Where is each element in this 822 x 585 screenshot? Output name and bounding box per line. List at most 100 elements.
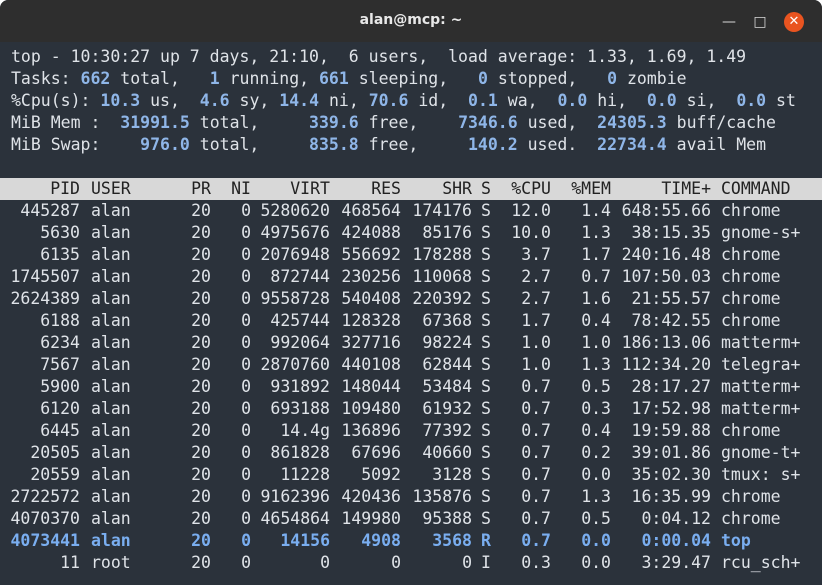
terminal-window: alan@mcp: ~ — □ ✕ top - 10:30:27 up 7 da… xyxy=(0,0,822,585)
cell-user: alan xyxy=(91,201,131,220)
cell-res: 556692 xyxy=(341,245,401,264)
cell-virt: 5280620 xyxy=(260,201,330,220)
cell-ni: 0 xyxy=(241,531,251,550)
cell-cpu: 0.7 xyxy=(521,487,551,506)
swap-free: 835.8 xyxy=(309,135,359,154)
cell-cpu: 2.7 xyxy=(521,267,551,286)
cell-virt: 861828 xyxy=(270,443,330,462)
cell-command: tmux: s+ xyxy=(721,465,801,484)
cell-pid: 20559 xyxy=(30,465,80,484)
tasks-running: 1 xyxy=(209,69,220,88)
cell-time: 21:55.57 xyxy=(631,289,711,308)
cell-res: 468564 xyxy=(341,201,401,220)
cell-ni: 0 xyxy=(241,487,251,506)
cell-state: S xyxy=(481,333,491,352)
cell-virt: 992064 xyxy=(270,333,330,352)
cell-ni: 0 xyxy=(241,421,251,440)
minimize-button[interactable]: — xyxy=(720,13,738,31)
cell-mem: 0.4 xyxy=(581,421,611,440)
tasks-sleeping: 661 xyxy=(319,69,349,88)
cell-user: alan xyxy=(91,355,131,374)
cpu-label: %Cpu(s): xyxy=(11,91,91,110)
cell-mem: 0.5 xyxy=(581,509,611,528)
cell-res: 540408 xyxy=(341,289,401,308)
table-row: 1745507 alan 20 0 872744 230256 110068 S 2.7 0.7 1… xyxy=(0,266,822,288)
cell-cpu: 0.7 xyxy=(521,443,551,462)
cell-cpu: 1.7 xyxy=(521,311,551,330)
cell-pid: 6234 xyxy=(40,333,80,352)
cell-command: matterm+ xyxy=(721,333,801,352)
cell-shr: 67368 xyxy=(422,311,472,330)
terminal-output[interactable]: top - 10:30:27 up 7 days, 21:10, 6 users… xyxy=(0,46,822,574)
column-header-user: USER xyxy=(91,179,131,198)
cell-shr: 135876 xyxy=(412,487,472,506)
cell-mem: 0.3 xyxy=(581,399,611,418)
cell-pid: 4070370 xyxy=(10,509,80,528)
cell-pr: 20 xyxy=(191,465,211,484)
cell-virt: 11228 xyxy=(280,465,330,484)
swap-avail: 22734.4 xyxy=(597,135,667,154)
cell-pr: 20 xyxy=(191,509,211,528)
cell-command: matterm+ xyxy=(721,377,801,396)
window-title: alan@mcp: ~ xyxy=(359,12,463,28)
cell-ni: 0 xyxy=(241,465,251,484)
cell-command: chrome xyxy=(721,201,781,220)
mem-total: 31991.5 xyxy=(120,113,190,132)
cell-command: top xyxy=(721,531,751,550)
cell-cpu: 0.7 xyxy=(521,465,551,484)
column-header-command: COMMAND xyxy=(721,179,791,198)
cell-res: 230256 xyxy=(341,267,401,286)
cell-cpu: 0.3 xyxy=(521,553,551,572)
cell-cpu: 1.0 xyxy=(521,333,551,352)
cell-ni: 0 xyxy=(241,245,251,264)
cell-state: S xyxy=(481,245,491,264)
cell-shr: 3128 xyxy=(432,465,472,484)
tasks-stopped: 0 xyxy=(477,69,488,88)
tasks-line: Tasks: 662 total, 1 running, 661 sleepin… xyxy=(0,68,822,90)
cell-ni: 0 xyxy=(241,333,251,352)
cell-shr: 95388 xyxy=(422,509,472,528)
cpu-ni: 14.4 xyxy=(279,91,320,110)
cell-command: chrome xyxy=(721,289,781,308)
cell-user: alan xyxy=(91,245,131,264)
cell-pid: 4073441 xyxy=(10,531,80,550)
cell-ni: 0 xyxy=(241,223,251,242)
cell-virt: 425744 xyxy=(270,311,330,330)
table-row: 6188 alan 20 0 425744 128328 67368 S 1.7 0.4 78:42… xyxy=(0,310,822,332)
table-row: 4070370 alan 20 0 4654864 149980 95388 S 0.7 0.5 0… xyxy=(0,508,822,530)
maximize-button[interactable]: □ xyxy=(751,13,769,31)
cell-state: S xyxy=(481,311,491,330)
tasks-total-label: total, xyxy=(110,69,180,88)
cell-time: 38:15.35 xyxy=(631,223,711,242)
cell-state: S xyxy=(481,289,491,308)
column-header-ni: NI xyxy=(231,179,251,198)
cell-cpu: 2.7 xyxy=(521,289,551,308)
cell-user: alan xyxy=(91,289,131,308)
cell-command: telegra+ xyxy=(721,355,801,374)
tasks-running-label: running, xyxy=(219,69,310,88)
cell-virt: 4654864 xyxy=(260,509,330,528)
cell-user: alan xyxy=(91,465,131,484)
cell-command: chrome xyxy=(721,421,781,440)
cell-time: 19:59.88 xyxy=(631,421,711,440)
swap-total: 976.0 xyxy=(140,135,190,154)
cell-cpu: 1.0 xyxy=(521,355,551,374)
cell-user: alan xyxy=(91,443,131,462)
cell-ni: 0 xyxy=(241,289,251,308)
cell-state: S xyxy=(481,443,491,462)
close-button[interactable]: ✕ xyxy=(784,12,804,32)
titlebar: alan@mcp: ~ — □ ✕ xyxy=(0,0,822,42)
cell-mem: 1.4 xyxy=(581,201,611,220)
cell-pr: 20 xyxy=(191,531,211,550)
cell-time: 16:35.99 xyxy=(631,487,711,506)
table-row: 6120 alan 20 0 693188 109480 61932 S 0.7 0.3 17:52… xyxy=(0,398,822,420)
cell-res: 149980 xyxy=(341,509,401,528)
cell-cpu: 12.0 xyxy=(511,201,551,220)
cell-time: 107:50.03 xyxy=(621,267,711,286)
cell-state: S xyxy=(481,421,491,440)
cell-time: 35:02.30 xyxy=(631,465,711,484)
process-table: PID USER PR NI VIRT RES SHR S %CPU %MEM TIME+ COMMA… xyxy=(0,178,822,574)
column-header-res: RES xyxy=(371,179,401,198)
column-header-pr: PR xyxy=(191,179,211,198)
table-row: 445287 alan 20 0 5280620 468564 174176 S 12.0 1.4… xyxy=(0,200,822,222)
